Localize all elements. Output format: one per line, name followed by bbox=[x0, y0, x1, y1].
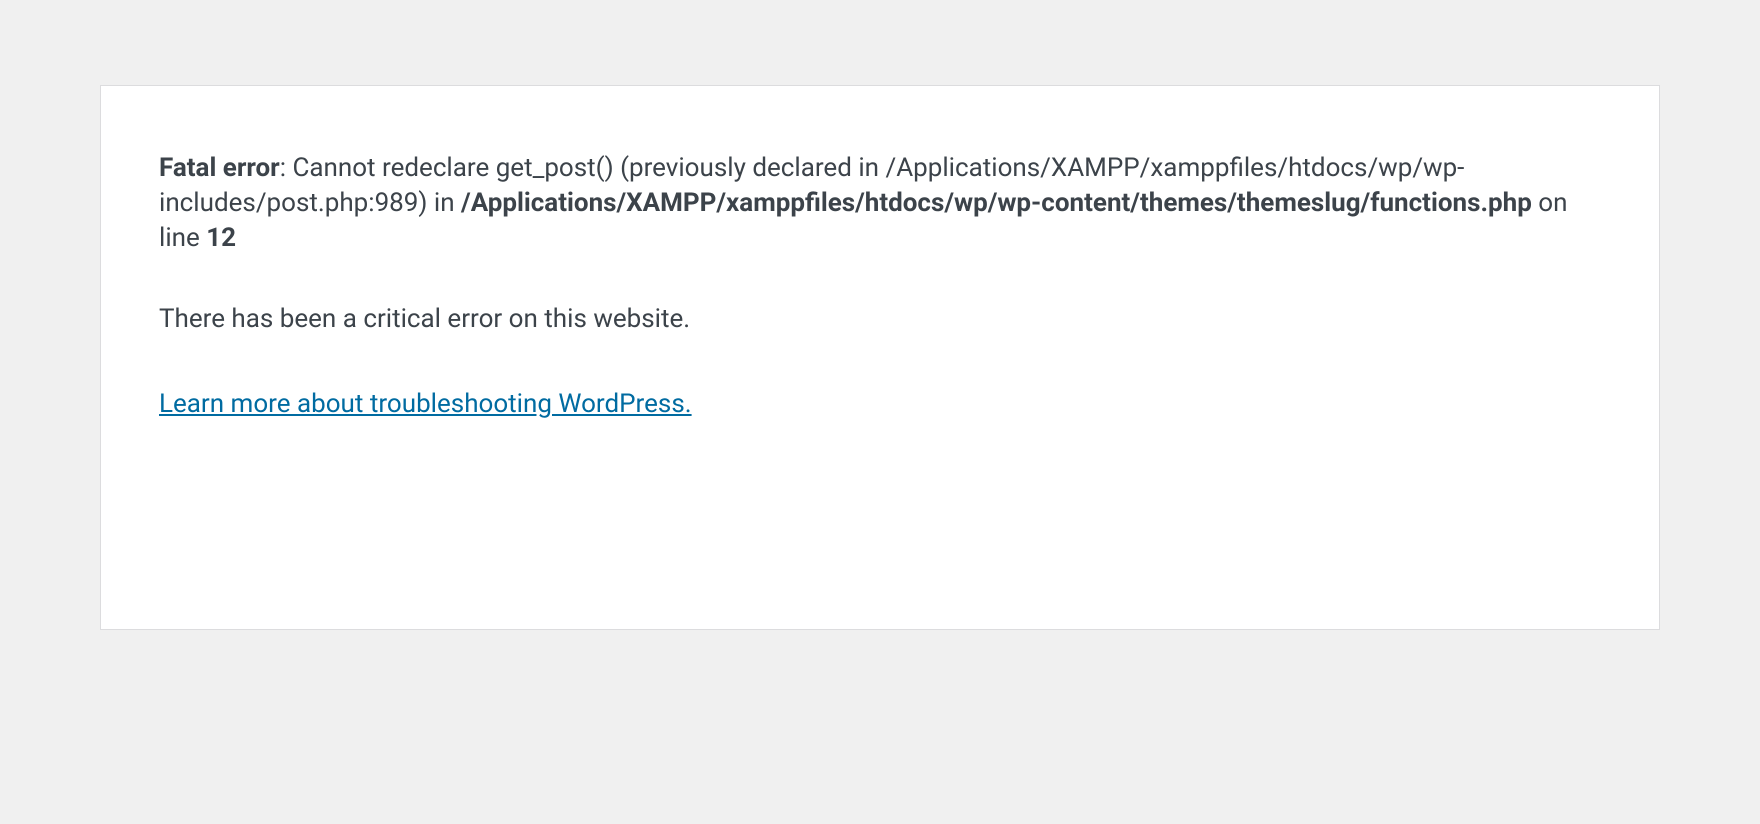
error-label: Fatal error bbox=[159, 153, 280, 183]
troubleshoot-link[interactable]: Learn more about troubleshooting WordPre… bbox=[159, 389, 692, 419]
critical-error-text: There has been a critical error on this … bbox=[159, 304, 1601, 334]
error-line-number: 12 bbox=[206, 223, 236, 253]
error-file-path: /Applications/XAMPP/xamppfiles/htdocs/wp… bbox=[461, 188, 1532, 218]
fatal-error-message: Fatal error: Cannot redeclare get_post()… bbox=[159, 151, 1601, 256]
error-container: Fatal error: Cannot redeclare get_post()… bbox=[100, 85, 1660, 630]
